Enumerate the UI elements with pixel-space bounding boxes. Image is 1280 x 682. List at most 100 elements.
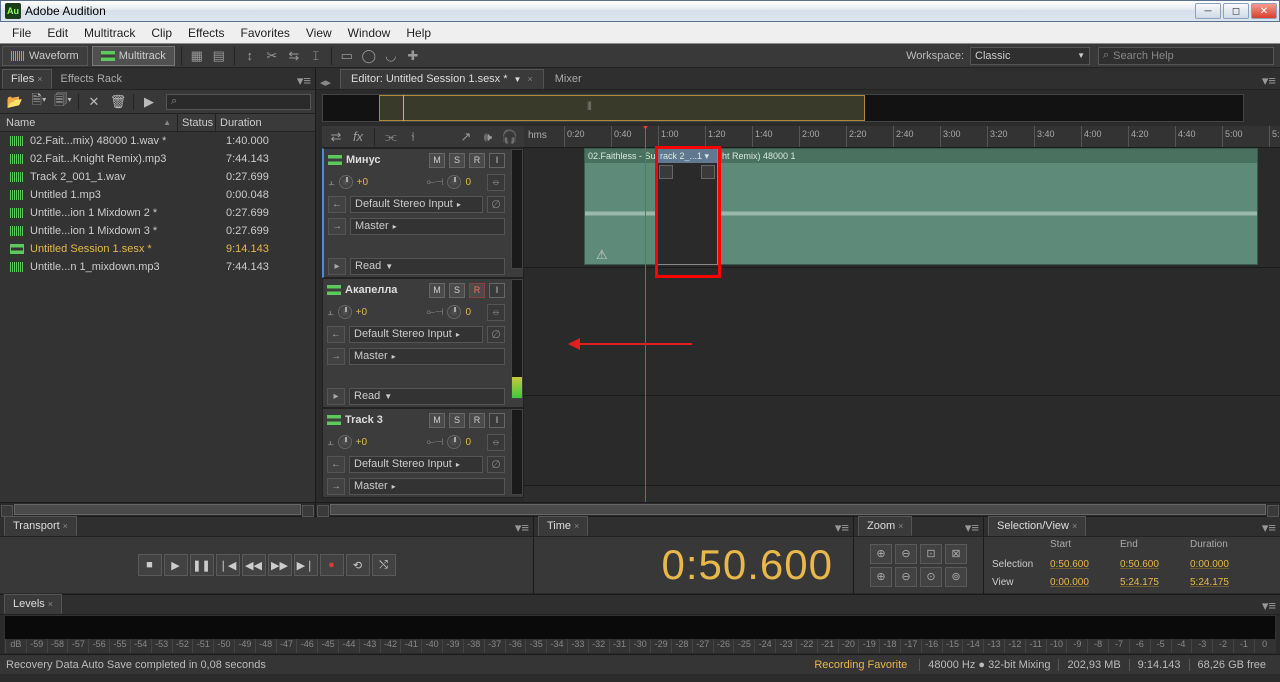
file-row[interactable]: 02.Fait...mix) 48000 1.wav * 1:40.000 [0,132,315,150]
input-dropdown[interactable]: Default Stereo Input▸ [350,196,483,213]
play-button[interactable]: ▶ [164,554,188,576]
menu-help[interactable]: Help [398,24,439,42]
horizontal-scrollbar[interactable] [0,502,315,516]
effects-rack-tab[interactable]: Effects Rack [52,69,132,89]
sv-selection-start[interactable]: 0:50.600 [1050,559,1120,570]
pan-knob[interactable] [447,175,461,189]
monitor-input-button[interactable]: I [489,413,505,428]
automation-mode-dropdown[interactable]: Read▼ [349,388,505,405]
panel-menu-icon[interactable]: ▾≡ [297,73,311,89]
output-dropdown[interactable]: Master▸ [349,478,505,495]
column-status-header[interactable]: Status [178,114,216,131]
selection-view-tab[interactable]: Selection/View× [988,516,1086,536]
monitor-icon[interactable]: 🎧 [501,128,519,146]
new-file-button[interactable]: 🗎▾ [28,93,50,111]
sv-view-dur[interactable]: 5:24.175 [1190,577,1260,588]
transport-tab[interactable]: Transport× [4,516,77,536]
sv-view-end[interactable]: 5:24.175 [1120,577,1190,588]
fade-in-icon[interactable] [659,165,673,179]
marquee-tool-icon[interactable]: ▭ [337,47,357,65]
window-close-button[interactable]: ✕ [1251,3,1277,19]
file-row[interactable]: Untitled 1.mp3 0:00.048 [0,186,315,204]
multitrack-mode-button[interactable]: Multitrack [92,46,175,66]
workspace-dropdown[interactable]: Classic ▼ [970,47,1090,65]
record-arm-button[interactable]: R [469,283,485,298]
lasso-tool-icon[interactable]: ◯ [359,47,379,65]
file-row[interactable]: Untitle...ion 1 Mixdown 2 * 0:27.699 [0,204,315,222]
razor-tool-icon[interactable]: ✂ [262,47,282,65]
pan-value[interactable]: 0 [465,177,471,188]
go-to-start-button[interactable]: ❘◀ [216,554,240,576]
volume-knob[interactable] [338,305,352,319]
solo-button[interactable]: S [449,153,465,168]
snap-toggle-icon[interactable]: ⇄ [327,128,345,146]
zoom-in-h-button[interactable]: ⊕ [870,544,892,564]
send-view-icon[interactable]: ↗ [457,128,475,146]
track-name[interactable]: Track 3 [345,414,425,426]
automation-expand-button[interactable]: ▸ [327,388,345,405]
status-recording-favorite[interactable]: Recording Favorite [814,659,907,671]
close-tab-icon[interactable]: × [48,599,53,609]
audio-clip[interactable]: rack 2_...1 ▾ [656,148,718,265]
move-tool-icon[interactable]: ↕ [240,47,260,65]
file-row[interactable]: Untitle...ion 1 Mixdown 3 * 0:27.699 [0,222,315,240]
zoom-selection-button[interactable]: ⊠ [945,544,967,564]
sv-selection-dur[interactable]: 0:00.000 [1190,559,1260,570]
menu-edit[interactable]: Edit [39,24,76,42]
automation-expand-button[interactable]: ▸ [328,258,346,275]
file-row[interactable]: 02.Fait...Knight Remix).mp3 7:44.143 [0,150,315,168]
monitor-input-button[interactable]: I [489,283,505,298]
close-tab-icon[interactable]: × [63,521,68,531]
close-tab-icon[interactable]: × [574,521,579,531]
panel-menu-icon[interactable]: ▾≡ [1262,73,1276,89]
track-header[interactable]: Минус M S R I ⫠ +0 ⟜⊣ 0 ⦵ ← Default Ster… [322,148,524,278]
session-overview[interactable]: ⦀ [322,94,1244,122]
file-row[interactable]: Track 2_001_1.wav 0:27.699 [0,168,315,186]
column-duration-header[interactable]: Duration [216,114,315,131]
healing-tool-icon[interactable]: ✚ [403,47,423,65]
track-header[interactable]: Track 3 M S R I ⫠ +0 ⟜⊣ 0 ⦵ ← Default St… [322,408,524,498]
slip-tool-icon[interactable]: ⇆ [284,47,304,65]
record-arm-button[interactable]: R [469,413,485,428]
input-dropdown[interactable]: Default Stereo Input▸ [349,326,483,343]
zoom-tab[interactable]: Zoom× [858,516,912,536]
loop-button[interactable]: ⟲ [346,554,370,576]
input-arrow-button[interactable]: ← [328,196,346,213]
input-arrow-button[interactable]: ← [327,326,345,343]
rewind-button[interactable]: ◀◀ [242,554,266,576]
track-name[interactable]: Минус [346,154,425,166]
output-arrow-button[interactable]: → [327,478,345,495]
skip-selection-button[interactable]: ⤭ [372,554,396,576]
pan-knob[interactable] [447,305,461,319]
current-time-display[interactable]: 0:50.600 [534,541,853,589]
import-button[interactable]: 🗐▾ [52,93,74,111]
solo-button[interactable]: S [449,413,465,428]
warning-icon[interactable]: ⚠ [596,247,608,263]
zoom-out-full-button[interactable]: ⊡ [920,544,942,564]
go-to-end-button[interactable]: ▶❘ [294,554,318,576]
overview-handle-icon[interactable]: ⦀ [587,101,592,114]
solo-button[interactable]: S [449,283,465,298]
output-arrow-button[interactable]: → [327,348,345,365]
phase-icon[interactable]: ⦵ [487,304,505,321]
mute-button[interactable]: M [429,153,445,168]
zoom-in-point-button[interactable]: ⊙ [920,567,942,587]
mixer-tab[interactable]: Mixer [544,69,593,89]
output-dropdown[interactable]: Master▸ [349,348,505,365]
panel-menu-icon[interactable]: ▾≡ [965,520,979,536]
record-arm-button[interactable]: R [469,153,485,168]
time-selection-tool-icon[interactable]: 𝙸 [306,47,326,65]
eq-view-icon[interactable]: ⫮ [404,128,422,146]
zoom-in-v-button[interactable]: ⊕ [870,567,892,587]
volume-knob[interactable] [338,435,352,449]
editor-tab[interactable]: Editor: Untitled Session 1.sesx * ▼ × [340,69,544,89]
spectral-toggle-icon[interactable]: ▦ [187,47,207,65]
menu-view[interactable]: View [298,24,340,42]
record-button[interactable]: ● [320,554,344,576]
input-route-icon[interactable]: ∅ [487,196,505,213]
panel-menu-icon[interactable]: ▾≡ [515,520,529,536]
file-row[interactable]: Untitled Session 1.sesx * 9:14.143 [0,240,315,258]
volume-value[interactable]: +0 [357,177,368,188]
input-arrow-button[interactable]: ← [327,456,345,473]
file-row[interactable]: Untitle...n 1_mixdown.mp3 7:44.143 [0,258,315,276]
